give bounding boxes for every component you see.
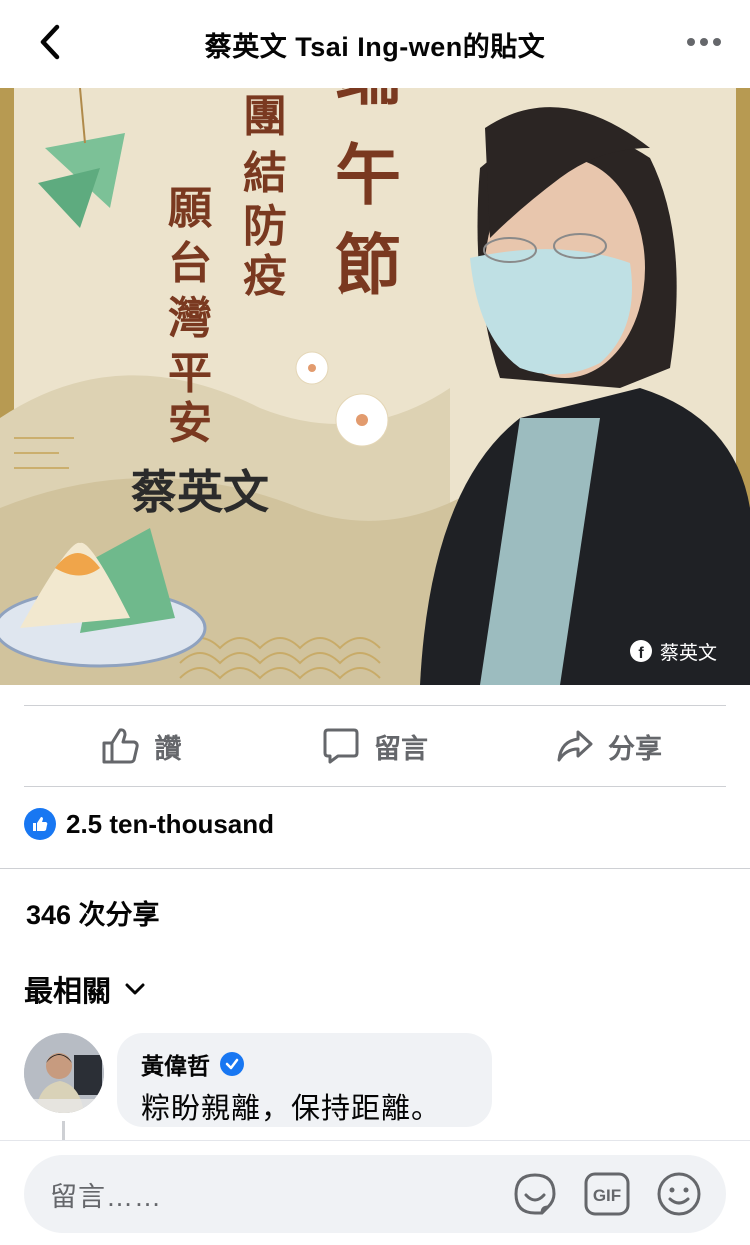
svg-text:防: 防 [243,201,287,252]
headline-char-2: 午 [335,136,401,214]
comment-text: 粽盼親離，保持距離。 [141,1093,442,1125]
svg-text:灣: 灣 [168,293,212,344]
more-options-button[interactable] [682,22,726,62]
more-dots-icon [687,38,721,46]
like-button[interactable]: 讚 [24,706,258,786]
comment-sort-dropdown[interactable]: 最相關 [24,968,145,1010]
thumbs-up-icon [102,728,139,764]
comment-input-placeholder: 留言…… [50,1181,162,1212]
comment-button[interactable]: 留言 [258,706,492,786]
verified-badge-icon [220,1052,244,1076]
divider [0,868,750,869]
share-button[interactable]: 分享 [492,706,726,786]
reaction-summary[interactable]: 2.5 ten-thousand [24,808,274,840]
divider [24,786,726,787]
comment-label: 留言 [374,733,428,764]
like-label: 讚 [154,733,182,764]
chevron-left-icon [40,24,60,60]
emoji-button[interactable] [654,1169,704,1219]
post-image[interactable]: 端 午 節 團 結 防 疫 願 台 灣 平 安 蔡英文 [0,88,750,685]
comment-composer-bar: 留言…… GIF [0,1140,750,1245]
svg-text:團: 團 [243,91,287,142]
svg-text:台: 台 [168,238,212,289]
top-bar: 蔡英文 Tsai Ing-wen的貼文 [0,0,750,88]
comment-author[interactable]: 黃偉哲 [141,1047,210,1081]
svg-text:結: 結 [243,148,287,199]
sort-label: 最相關 [24,976,112,1008]
chevron-down-icon [125,983,145,995]
share-count[interactable]: 346 次分享 [26,893,160,932]
sticker-button[interactable] [510,1169,560,1219]
svg-text:願: 願 [168,183,212,234]
smiley-icon [657,1172,701,1216]
signature: 蔡英文 [131,465,269,519]
comment-bubble[interactable]: 黃偉哲 粽盼親離，保持距離。 [117,1033,492,1127]
facebook-watermark: f 蔡英文 [630,640,717,664]
svg-text:f: f [638,645,644,662]
gif-icon: GIF [584,1172,630,1216]
svg-text:疫: 疫 [243,251,287,302]
comment-input[interactable]: 留言…… GIF [24,1155,726,1233]
svg-text:GIF: GIF [593,1186,621,1205]
svg-text:平: 平 [168,348,212,399]
sticker-icon [514,1173,556,1215]
headline-char-1: 端 [335,88,401,114]
post-actions: 讚 留言 分享 [24,706,726,786]
back-button[interactable] [30,22,70,62]
gif-button[interactable]: GIF [582,1169,632,1219]
avatar[interactable] [24,1033,104,1113]
share-label: 分享 [608,733,662,764]
share-arrow-icon [557,730,593,762]
page-title: 蔡英文 Tsai Ing-wen的貼文 [204,31,546,62]
like-reaction-icon [24,808,56,840]
reaction-count: 2.5 ten-thousand [66,808,275,839]
svg-text:蔡英文: 蔡英文 [660,642,717,664]
svg-text:安: 安 [168,398,212,449]
headline-char-3: 節 [335,226,401,304]
comment-bubble-icon [323,728,359,764]
